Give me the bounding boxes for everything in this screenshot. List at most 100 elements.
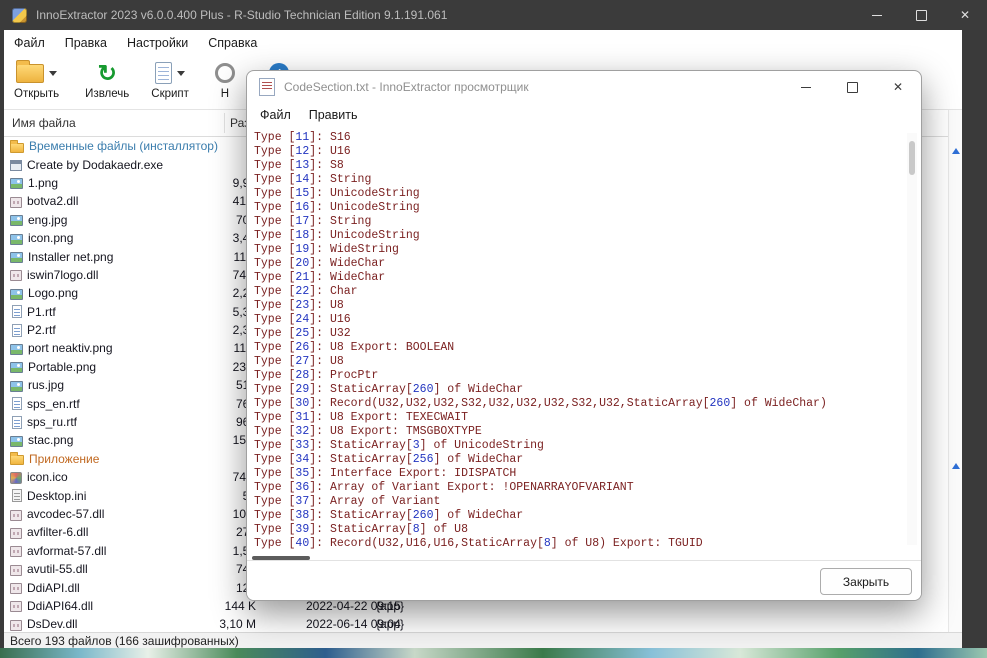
viewer-line: Type [15]: UnicodeString <box>254 187 420 200</box>
maximize-button[interactable] <box>899 0 943 30</box>
close-button[interactable]: ✕ <box>943 0 987 30</box>
dll-icon <box>10 546 22 558</box>
viewer-line: Type [34]: StaticArray[256] of WideChar <box>254 453 524 466</box>
viewer-line: Type [35]: Interface Export: IDISPATCH <box>254 467 517 480</box>
file-size: 2,33 <box>232 323 256 338</box>
viewer-menu-edit[interactable]: Править <box>300 108 367 122</box>
script-button[interactable]: Скрипт <box>147 59 193 102</box>
dll-icon <box>10 583 22 595</box>
app-icon <box>12 7 27 23</box>
viewer-line: Type [32]: U8 Export: TMSGBOXTYPE <box>254 425 482 438</box>
file-size: 11,3 <box>233 341 256 356</box>
viewer-line: Type [19]: WideString <box>254 243 399 256</box>
file-name: icon.png <box>28 231 74 246</box>
file-name: avfilter-6.dll <box>27 525 89 540</box>
menu-file[interactable]: Файл <box>4 30 55 56</box>
file-size: 969 <box>154 415 256 429</box>
menu-settings[interactable]: Настройки <box>117 30 198 56</box>
script-icon <box>155 62 173 84</box>
open-dropdown-icon[interactable] <box>49 70 58 76</box>
file-name: Временные файлы (инсталлятор) <box>29 139 218 154</box>
file-size: 2,23 <box>232 286 256 301</box>
file-name: Portable.png <box>28 359 97 374</box>
open-button[interactable]: Открыть <box>10 59 63 102</box>
extract-button[interactable]: ↻ Извлечь <box>81 59 133 102</box>
folder-icon <box>10 452 24 466</box>
image-icon <box>10 362 23 374</box>
viewer-vertical-scrollbar[interactable] <box>907 133 917 545</box>
main-window-controls: ✕ <box>855 0 987 30</box>
file-size: 704 <box>154 213 256 227</box>
dll-icon <box>10 196 22 208</box>
exe-icon <box>10 160 22 172</box>
viewer-line: Type [33]: StaticArray[3] of UnicodeStri… <box>254 439 544 452</box>
image-icon <box>10 380 23 392</box>
viewer-bottom-bar: Закрыть <box>247 560 921 600</box>
viewer-maximize-button[interactable] <box>829 71 875 103</box>
search-button[interactable]: Н <box>211 59 239 102</box>
image-icon <box>10 178 23 190</box>
file-size: 5,30 <box>232 304 256 319</box>
script-dropdown-icon[interactable] <box>177 70 186 76</box>
viewer-menu-file[interactable]: Файл <box>251 108 300 122</box>
search-button-label: Н <box>220 88 230 100</box>
file-name: port neaktiv.png <box>28 341 113 356</box>
file-size: 3,10 M <box>219 617 256 632</box>
viewer-title: CodeSection.txt - InnoExtractor просмотр… <box>284 80 529 94</box>
viewer-line: Type [29]: StaticArray[260] of WideChar <box>254 383 524 396</box>
dll-icon <box>10 564 22 576</box>
file-size: 518 <box>154 378 256 392</box>
file-size: 120 <box>154 581 256 595</box>
viewer-line: Type [39]: StaticArray[8] of U8 <box>254 523 468 536</box>
file-name: DdiAPI64.dll <box>27 598 94 613</box>
viewer-line: Type [17]: String <box>254 215 372 228</box>
file-name: rus.jpg <box>28 378 65 393</box>
viewer-line: Type [37]: Array of Variant <box>254 495 441 508</box>
column-divider[interactable] <box>224 113 225 133</box>
viewer-doc-icon <box>259 78 275 96</box>
image-icon <box>10 233 23 245</box>
rtf-icon <box>12 323 22 337</box>
file-path: {app} <box>376 617 405 632</box>
status-text: Всего 193 файлов (166 зашифрованных) <box>10 633 239 648</box>
menu-help[interactable]: Справка <box>198 30 267 56</box>
viewer-minimize-button[interactable] <box>783 71 829 103</box>
rtf-icon <box>12 305 22 319</box>
viewer-line: Type [13]: S8 <box>254 159 344 172</box>
main-titlebar: InnoExtractor 2023 v6.0.0.400 Plus - R-S… <box>0 0 987 30</box>
script-button-label: Скрипт <box>151 88 189 100</box>
minimize-button[interactable] <box>855 0 899 30</box>
file-name: avutil-55.dll <box>27 562 88 577</box>
image-icon <box>10 252 23 264</box>
column-filename[interactable]: Имя файла <box>12 116 76 130</box>
file-size: 15,4 <box>232 433 256 448</box>
file-name: P1.rtf <box>27 304 56 319</box>
file-name: sps_en.rtf <box>27 396 80 411</box>
viewer-line: Type [28]: ProcPtr <box>254 369 379 382</box>
file-row[interactable]: DsDev.dll 3,10 M 2022-06-14 09:04 {app} <box>4 615 948 632</box>
file-path: {app} <box>376 598 405 613</box>
main-scrollbar[interactable] <box>948 110 962 632</box>
file-size: 3,46 <box>232 231 256 246</box>
viewer-close-button[interactable]: ✕ <box>875 71 921 103</box>
file-name: Installer net.png <box>28 249 114 264</box>
status-bar: Всего 193 файлов (166 зашифрованных) <box>4 632 962 648</box>
file-name: DsDev.dll <box>27 617 78 632</box>
viewer-line: Type [16]: UnicodeString <box>254 201 420 214</box>
menu-edit[interactable]: Правка <box>55 30 117 56</box>
file-size: 0 <box>154 158 256 172</box>
viewer-vscroll-thumb[interactable] <box>909 141 915 175</box>
file-name: avcodec-57.dll <box>27 507 105 521</box>
file-name: 1.png <box>28 175 59 190</box>
main-window-title: InnoExtractor 2023 v6.0.0.400 Plus - R-S… <box>36 8 448 22</box>
scroll-up-icon[interactable] <box>952 463 960 469</box>
file-name: botva2.dll <box>27 194 79 209</box>
scroll-up-icon[interactable] <box>952 148 960 154</box>
dll-icon <box>10 601 22 613</box>
extract-button-label: Извлечь <box>85 88 130 100</box>
file-size: 23,4 <box>232 359 256 374</box>
viewer-close-action-button[interactable]: Закрыть <box>820 568 912 595</box>
file-size: 11,9 <box>233 249 256 264</box>
file-name: iswin7logo.dll <box>27 267 99 282</box>
viewer-line: Type [23]: U8 <box>254 299 344 312</box>
